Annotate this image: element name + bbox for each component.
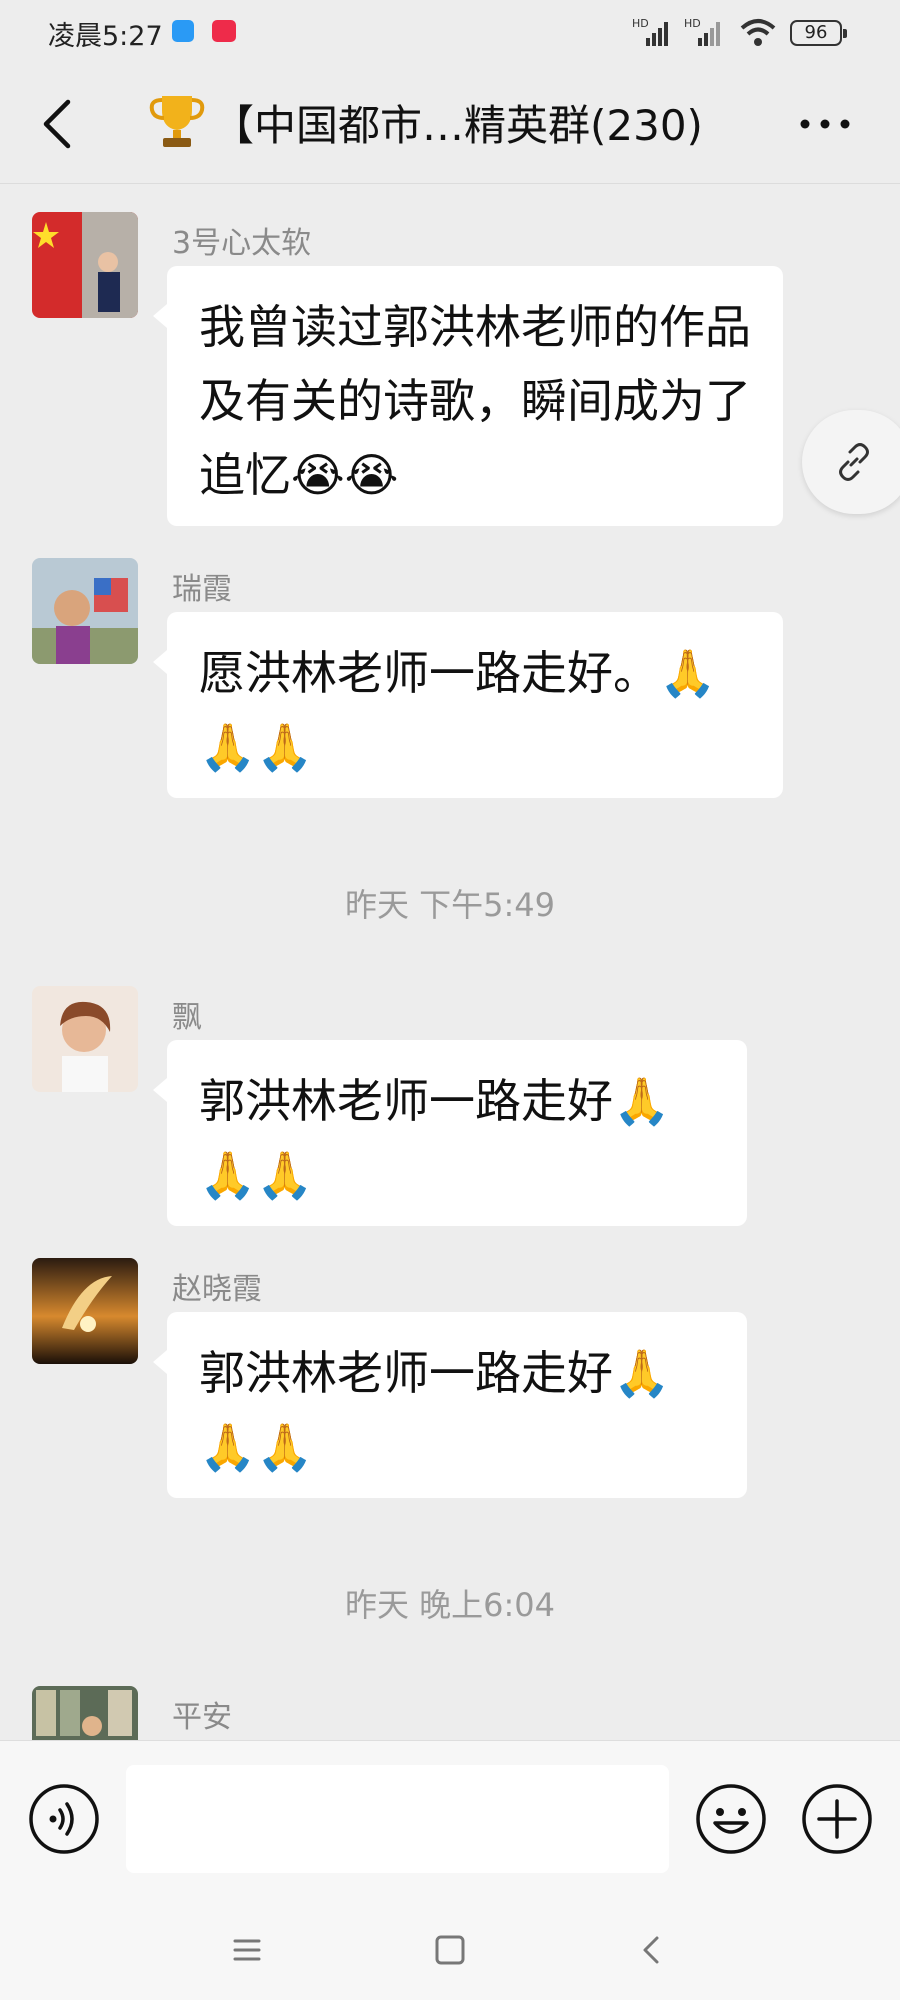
home-square-icon: [435, 1935, 465, 1965]
avatar[interactable]: [32, 1258, 138, 1364]
system-nav-bar: [0, 1900, 900, 2000]
timestamp: 昨天 下午5:49: [344, 886, 556, 924]
voice-icon: [29, 1784, 99, 1854]
triangle-back-icon: [643, 1936, 659, 1964]
wifi-icon: [740, 19, 776, 46]
back-nav-button[interactable]: [630, 1928, 674, 1972]
signal-icon: HD: [632, 17, 668, 46]
avatar[interactable]: [32, 1686, 138, 1740]
sender-name: 3号心太软: [172, 226, 312, 261]
avatar[interactable]: [32, 558, 138, 664]
voice-button[interactable]: [28, 1783, 100, 1855]
message-text: 愿洪林老师一路走好。🙏🙏🙏: [199, 646, 717, 774]
message-text: 郭洪林老师一路走好🙏🙏🙏: [199, 1346, 671, 1474]
avatar-image: [32, 986, 138, 1092]
avatar-image: [32, 558, 138, 664]
home-button[interactable]: [428, 1928, 472, 1972]
cloud-app-icon: [172, 20, 194, 42]
menu-icon: [233, 1939, 261, 1961]
smile-icon: [696, 1784, 766, 1854]
status-indicators: HD HD 96: [630, 16, 860, 50]
status-time: 凌晨5:27: [48, 21, 163, 52]
svg-text:HD: HD: [684, 17, 701, 30]
message-input[interactable]: [126, 1765, 669, 1873]
message-text: 郭洪林老师一路走好🙏🙏🙏: [199, 1074, 671, 1202]
signal-icon-2: HD: [684, 17, 720, 46]
sender-name: 飘: [172, 1000, 202, 1035]
notification-app-icon: [212, 20, 236, 42]
message-text: 我曾读过郭洪林老师的作品及有关的诗歌，瞬间成为了追忆😭😭: [199, 300, 751, 502]
avatar-image: [32, 1686, 138, 1740]
link-icon: [839, 443, 869, 481]
timestamp: 昨天 晚上6:04: [344, 1586, 556, 1624]
message-bubble[interactable]: 郭洪林老师一路走好🙏🙏🙏: [153, 1040, 747, 1226]
status-bar: 凌晨5:27 HD HD 96: [0, 0, 900, 64]
plus-icon: [802, 1784, 872, 1854]
sender-name: 平安: [172, 1700, 232, 1735]
chat-title: 【中国都市…精英群(230): [212, 101, 703, 150]
chevron-left-icon: [43, 99, 71, 149]
svg-text:HD: HD: [632, 17, 649, 30]
input-bar: [0, 1740, 900, 1900]
avatar-image: [32, 212, 138, 318]
link-button[interactable]: [802, 410, 900, 514]
menu-button[interactable]: [225, 1928, 269, 1972]
battery-indicator: 96: [790, 20, 847, 46]
more-button[interactable]: [790, 104, 860, 144]
sender-name: 瑞霞: [172, 572, 232, 607]
message-bubble[interactable]: 愿洪林老师一路走好。🙏🙏🙏: [153, 612, 783, 798]
avatar-image: [32, 1258, 138, 1364]
sender-name: 赵晓霞: [172, 1272, 262, 1307]
trophy-icon: [149, 96, 205, 147]
avatar[interactable]: [32, 986, 138, 1092]
emoji-button[interactable]: [695, 1783, 767, 1855]
plus-button[interactable]: [801, 1783, 873, 1855]
message-bubble[interactable]: 我曾读过郭洪林老师的作品及有关的诗歌，瞬间成为了追忆😭😭: [153, 266, 783, 526]
back-button[interactable]: [30, 94, 90, 154]
chat-header: 【中国都市…精英群(230): [0, 64, 900, 184]
ellipsis-icon: [800, 119, 850, 129]
avatar[interactable]: [32, 212, 138, 318]
message-bubble[interactable]: 郭洪林老师一路走好🙏🙏🙏: [153, 1312, 747, 1498]
